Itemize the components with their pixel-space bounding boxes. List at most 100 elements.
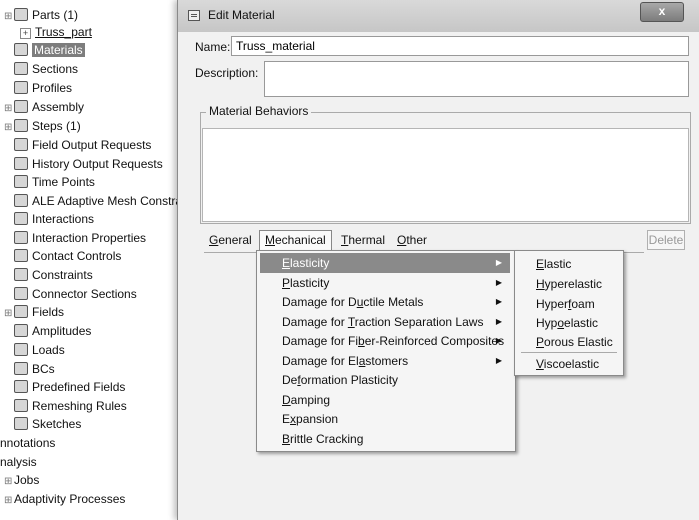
- menu-item-mnemonic: T: [347, 314, 355, 329]
- model-tree: ⊞ Parts (1) + Truss_part Materials Section…: [0, 0, 200, 520]
- tree-item-assembly[interactable]: ⊞ Assembly: [4, 98, 84, 116]
- menu-item-mnemonic: P: [282, 275, 291, 290]
- expand-plus-icon[interactable]: +: [20, 28, 31, 39]
- tree-item-sections[interactable]: Sections: [14, 60, 78, 78]
- steps-icon: [14, 119, 28, 132]
- menu-item-text: lastic: [544, 257, 572, 271]
- close-button[interactable]: x: [640, 2, 684, 22]
- menu-item-damage-for-fiber-reinforced-composites[interactable]: Damage for Fiber-Reinforced Composites ▶: [260, 331, 510, 351]
- tree-item-analysis[interactable]: nalysis: [0, 453, 37, 471]
- menu-item-elastic[interactable]: Elastic: [518, 254, 620, 274]
- menu-item-mnemonic: E: [282, 256, 291, 270]
- menu-item-text: Damage for El: [282, 353, 359, 368]
- time-points-icon: [14, 175, 28, 188]
- tree-item-profiles[interactable]: Profiles: [14, 79, 72, 97]
- menu-item-damage-for-elastomers[interactable]: Damage for Elastomers ▶: [260, 351, 510, 371]
- tree-item-history-output-requests[interactable]: History Output Requests: [14, 155, 163, 173]
- menu-item-text: er-Reinforced Composites: [364, 334, 505, 348]
- constraints-icon: [14, 268, 28, 281]
- tree-item-fields[interactable]: ⊞ Fields: [4, 303, 64, 321]
- menu-item-mnemonic: H: [536, 277, 545, 291]
- tree-item-predefined-fields[interactable]: Predefined Fields: [14, 378, 125, 396]
- tree-item-jobs[interactable]: ⊞ Jobs: [4, 471, 39, 489]
- expander-icon[interactable]: ⊞: [4, 473, 12, 491]
- menu-thermal[interactable]: Thermal: [336, 230, 390, 250]
- menu-item-elasticity[interactable]: Elasticity ▶: [260, 253, 510, 273]
- elasticity-submenu: Elastic Hyperelastic Hyperfoam Hypoelastic P…: [514, 250, 624, 376]
- menu-item-mnemonic: B: [282, 431, 291, 446]
- tree-item-annotations[interactable]: nnotations: [0, 434, 55, 452]
- bcs-icon: [14, 362, 28, 375]
- window-menu-icon[interactable]: [188, 10, 200, 21]
- menu-item-damage-for-traction-separation-laws[interactable]: Damage for Traction Separation Laws ▶: [260, 312, 510, 332]
- material-behaviors-list[interactable]: [202, 128, 689, 222]
- tree-item-truss-part[interactable]: + Truss_part: [20, 23, 92, 41]
- menu-item-mnemonic: V: [536, 357, 544, 371]
- tree-item-time-points[interactable]: Time Points: [14, 173, 95, 191]
- tree-item-bcs[interactable]: BCs: [14, 360, 55, 378]
- tree-item-loads[interactable]: Loads: [14, 341, 65, 359]
- tree-item-connector-sections[interactable]: Connector Sections: [14, 285, 137, 303]
- menu-mechanical[interactable]: Mechanical: [259, 230, 332, 250]
- tree-item-constraints[interactable]: Constraints: [14, 266, 93, 284]
- menu-item-damage-for-ductile-metals[interactable]: Damage for Ductile Metals ▶: [260, 292, 510, 312]
- materials-icon: [14, 43, 28, 56]
- menu-item-mnemonic: P: [536, 335, 545, 349]
- submenu-separator: [521, 352, 617, 353]
- tree-item-adaptivity-processes[interactable]: ⊞ Adaptivity Processes: [4, 490, 125, 508]
- submenu-arrow-icon: ▶: [495, 355, 502, 365]
- description-label: Description:: [195, 66, 259, 80]
- menu-item-text: orous Elastic: [544, 335, 613, 349]
- predefined-fields-icon: [14, 380, 28, 393]
- menu-item-deformation-plasticity[interactable]: Deformation Plasticity: [260, 370, 510, 390]
- tree-item-field-output-requests[interactable]: Field Output Requests: [14, 136, 151, 154]
- tree-item-interaction-properties[interactable]: Interaction Properties: [14, 229, 146, 247]
- sketches-icon: [14, 417, 28, 430]
- menu-other[interactable]: Other: [392, 230, 432, 250]
- tree-item-sketches[interactable]: Sketches: [14, 415, 81, 433]
- menu-item-expansion[interactable]: Expansion: [260, 409, 510, 429]
- field-output-icon: [14, 138, 28, 151]
- tree-item-contact-controls[interactable]: Contact Controls: [14, 247, 121, 265]
- menu-item-hyperelastic[interactable]: Hyperelastic: [518, 274, 620, 294]
- tree-item-materials[interactable]: Materials: [14, 41, 85, 59]
- tree-item-interactions[interactable]: Interactions: [14, 210, 94, 228]
- profiles-icon: [14, 81, 28, 94]
- expander-icon[interactable]: ⊞: [4, 492, 12, 510]
- dialog-titlebar[interactable]: Edit Material x: [178, 0, 699, 32]
- menu-item-hypoelastic[interactable]: Hypoelastic: [518, 313, 620, 333]
- history-output-icon: [14, 157, 28, 170]
- connector-sections-icon: [14, 287, 28, 300]
- delete-button[interactable]: Delete: [647, 230, 685, 250]
- expander-icon[interactable]: ⊞: [4, 305, 12, 323]
- menu-item-plasticity[interactable]: Plasticity ▶: [260, 273, 510, 293]
- parts-icon: [14, 8, 28, 21]
- tree-item-amplitudes[interactable]: Amplitudes: [14, 322, 91, 340]
- tree-item-remeshing-rules[interactable]: Remeshing Rules: [14, 397, 127, 415]
- loads-icon: [14, 343, 28, 356]
- menu-item-viscoelastic[interactable]: Viscoelastic: [518, 354, 620, 374]
- menu-item-text: ormation Plasticity: [300, 373, 399, 387]
- expander-icon[interactable]: ⊞: [4, 100, 12, 118]
- menu-item-text: pansion: [296, 412, 339, 426]
- tree-item-ale-adaptive-mesh[interactable]: ALE Adaptive Mesh Constra: [14, 192, 182, 210]
- mechanical-dropdown: Elasticity ▶ Plasticity ▶ Damage for Ductile…: [256, 250, 516, 452]
- menu-item-mnemonic: b: [358, 334, 365, 348]
- sections-icon: [14, 62, 28, 75]
- description-input[interactable]: [264, 61, 689, 97]
- fields-icon: [14, 305, 28, 318]
- menu-item-porous-elastic[interactable]: Porous Elastic: [518, 332, 620, 352]
- name-input[interactable]: [231, 36, 689, 56]
- submenu-arrow-icon: ▶: [495, 297, 502, 306]
- menu-item-damping[interactable]: Damping: [260, 390, 510, 410]
- menu-item-text: stomers: [365, 353, 409, 368]
- tree-item-parts[interactable]: ⊞ Parts (1): [4, 6, 78, 24]
- expander-icon[interactable]: ⊞: [4, 8, 12, 26]
- menu-item-hyperfoam[interactable]: Hyperfoam: [518, 294, 620, 314]
- menu-item-text: oam: [571, 297, 595, 311]
- tree-item-steps[interactable]: ⊞ Steps (1): [4, 117, 81, 135]
- expander-icon[interactable]: ⊞: [4, 119, 12, 137]
- menu-item-text: ctile Metals: [363, 295, 424, 309]
- menu-general[interactable]: General: [204, 230, 257, 250]
- menu-item-brittle-cracking[interactable]: Brittle Cracking: [260, 429, 510, 449]
